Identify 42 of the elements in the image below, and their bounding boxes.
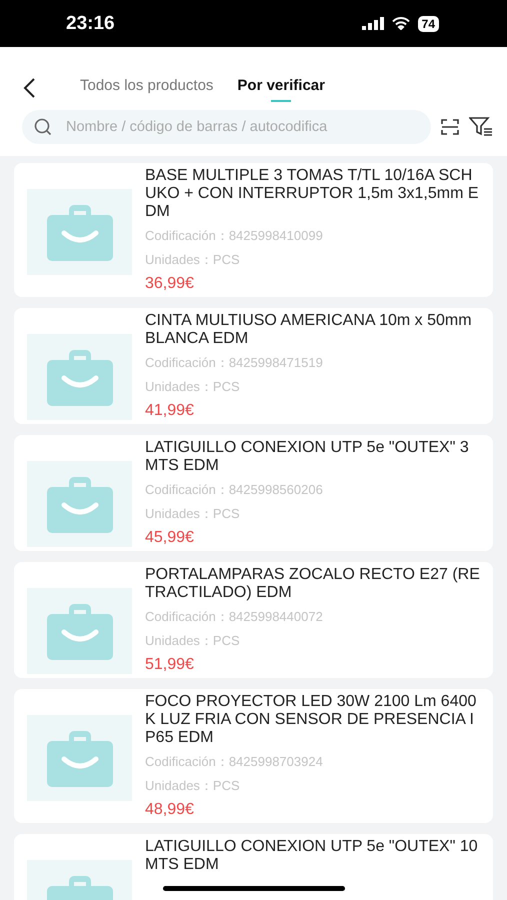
product-name: FOCO PROYECTOR LED 30W 2100 Lm 6400K LUZ FRIA CON SENSOR DE PRESENCIA IP65 EDM [145,693,478,747]
product-code: Codificación：8425998560206 [145,481,323,499]
search-field[interactable]: Nombre / código de barras / autocodifica [22,110,431,144]
product-name: CINTA MULTIUSO AMERICANA 10m x 50mm BLANCA EDM [145,312,473,348]
product-card[interactable]: FOCO PROYECTOR LED 30W 2100 Lm 6400K LUZ FRIA CON SENSOR DE PRESENCIA IP65 EDM Codificación：8425998703924 Unidades：PCS 48,99€ [14,689,493,823]
bag-icon [46,203,112,261]
product-price: 41,99€ [145,402,195,420]
product-name: LATIGUILLO CONEXION UTP 5e "OUTEX" 3MTS EDM [145,439,470,475]
bag-icon [46,729,112,787]
bag-icon [46,602,112,660]
product-name: PORTALAMPARAS ZOCALO RECTO E27 (RETRACTILADO) EDM [145,566,480,602]
product-card[interactable]: LATIGUILLO CONEXION UTP 5e "OUTEX" 3MTS EDM Codificación：8425998560206 Unidades：PCS 45,99€ [14,435,493,551]
signal-icon [362,17,384,30]
product-price: 48,99€ [145,801,195,819]
product-code: Codificación：8425998703924 [145,753,323,771]
product-name: LATIGUILLO CONEXION UTP 5e "OUTEX" 10MTS EDM [145,838,479,874]
product-units: Unidades：PCS [145,251,240,269]
product-code: Codificación：8425998471519 [145,354,323,372]
product-price: 45,99€ [145,529,195,547]
product-card[interactable]: CINTA MULTIUSO AMERICANA 10m x 50mm BLANCA EDM Codificación：8425998471519 Unidades：PCS 41,99€ [14,308,493,424]
product-units: Unidades：PCS [145,505,240,523]
product-units: Unidades：PCS [145,378,240,396]
product-price: 51,99€ [145,656,195,674]
back-button[interactable] [22,76,36,98]
product-card[interactable]: BASE MULTIPLE 3 TOMAS T/TL 10/16A SCHUKO + CON INTERRUPTOR 1,5m 3x1,5mm EDM Codificación：8425998410099 Unidades：PCS 36,99€ [14,163,493,297]
product-price: 36,99€ [145,275,195,293]
product-code: Codificación：8425998410099 [145,227,323,245]
wifi-icon [392,17,410,30]
product-units: Unidades：PCS [145,632,240,650]
filter-button[interactable] [469,116,493,138]
product-code: Codificación：8425998440072 [145,608,323,626]
product-units: Unidades：PCS [145,777,240,795]
battery-level: 74 [418,16,439,32]
status-time: 23:16 [66,12,116,34]
tab[interactable]: Todos los productos [80,73,214,102]
bag-icon [46,348,112,406]
bag-icon [46,475,112,533]
product-name: BASE MULTIPLE 3 TOMAS T/TL 10/16A SCHUKO + CON INTERRUPTOR 1,5m 3x1,5mm EDM [145,167,480,221]
scan-button[interactable] [441,119,459,135]
product-card[interactable]: PORTALAMPARAS ZOCALO RECTO E27 (RETRACTILADO) EDM Codificación：8425998440072 Unidades：PCS 51,99€ [14,562,493,678]
search-icon [34,118,52,136]
product-card[interactable]: LATIGUILLO CONEXION UTP 5e "OUTEX" 10MTS EDM [14,834,493,900]
